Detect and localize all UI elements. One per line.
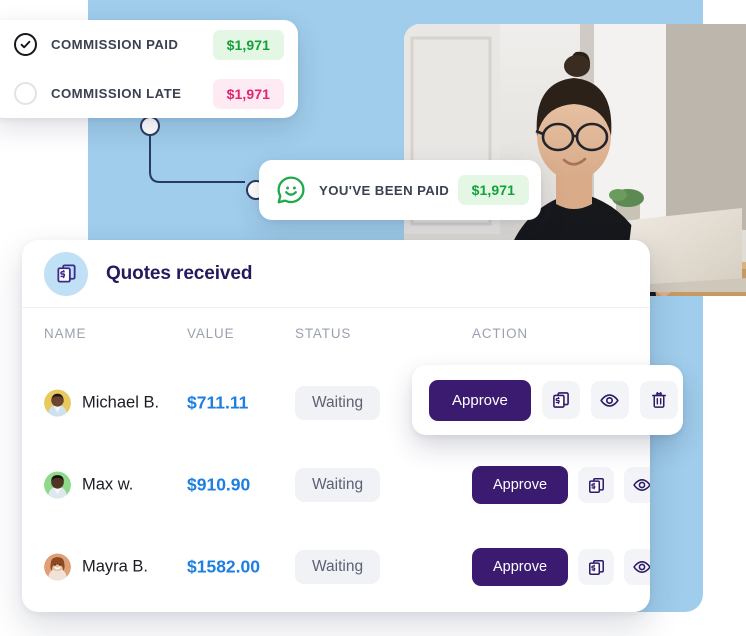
invoice-icon-button[interactable] — [541, 381, 580, 419]
commission-late-label: COMMISSION LATE — [51, 86, 182, 101]
commission-paid-row[interactable]: COMMISSION PAID $1,971 — [0, 20, 298, 69]
eye-icon — [600, 393, 620, 407]
quote-status-cell: Waiting — [295, 386, 381, 420]
status-badge: Waiting — [295, 468, 381, 502]
quotes-table-header-row: NAME VALUE STATUS ACTION — [22, 308, 650, 362]
delete-icon-button[interactable] — [639, 381, 678, 419]
avatar — [44, 553, 71, 581]
status-badge: Waiting — [295, 550, 381, 584]
youve-been-paid-label: YOU'VE BEEN PAID — [319, 182, 450, 198]
column-header-value: VALUE — [187, 326, 235, 341]
quote-name-cell: Michael B. — [44, 389, 160, 417]
quotes-table: NAME VALUE STATUS ACTION Michael B. $711… — [22, 308, 650, 608]
eye-icon — [633, 479, 650, 491]
invoice-icon — [588, 477, 604, 493]
quote-value: $910.90 — [187, 474, 251, 495]
column-header-name: NAME — [44, 326, 87, 341]
quote-status-cell: Waiting — [295, 468, 381, 502]
youve-been-paid-card: YOU'VE BEEN PAID $1,971 — [259, 160, 541, 220]
quote-name-cell: Mayra B. — [44, 553, 149, 581]
invoice-stack-icon — [44, 251, 88, 296]
row-actions-floating-card: Approve — [412, 365, 683, 435]
quotes-card-header: Quotes received — [22, 240, 650, 308]
quote-name-cell: Max w. — [44, 471, 134, 499]
quote-name-text: Mayra B. — [82, 557, 149, 576]
view-icon-button[interactable] — [590, 381, 629, 419]
invoice-icon-button[interactable] — [578, 467, 615, 503]
quote-status-cell: Waiting — [295, 550, 381, 584]
invoice-icon — [553, 392, 569, 408]
view-icon-button[interactable] — [624, 467, 650, 503]
quote-actions-cell: Approve — [472, 466, 650, 504]
commission-late-amount: $1,971 — [212, 78, 284, 109]
commission-status-card: COMMISSION PAID $1,971 COMMISSION LATE $… — [0, 20, 298, 118]
column-header-status: STATUS — [295, 326, 352, 341]
promo-composition: COMMISSION PAID $1,971 COMMISSION LATE $… — [0, 0, 746, 636]
status-badge: Waiting — [295, 386, 381, 420]
approve-button[interactable]: Approve — [429, 379, 531, 421]
youve-been-paid-amount: $1,971 — [457, 175, 529, 205]
column-header-action: ACTION — [472, 326, 528, 341]
approve-button[interactable]: Approve — [472, 466, 569, 504]
commission-paid-label: COMMISSION PAID — [51, 37, 179, 52]
avatar — [44, 389, 71, 417]
quote-actions-cell: Approve — [472, 548, 650, 586]
quote-name-text: Michael B. — [82, 393, 160, 412]
whatsapp-chat-icon — [277, 176, 305, 204]
quote-value: $711.11 — [187, 392, 249, 413]
view-icon-button[interactable] — [624, 549, 650, 585]
quotes-card-title: Quotes received — [106, 262, 253, 284]
commission-paid-amount: $1,971 — [212, 29, 284, 60]
invoice-icon — [588, 559, 604, 575]
commission-late-row[interactable]: COMMISSION LATE $1,971 — [0, 69, 298, 118]
approve-button[interactable]: Approve — [472, 548, 569, 586]
avatar — [44, 471, 71, 499]
quote-name-text: Max w. — [82, 475, 134, 494]
quote-value: $1582.00 — [187, 556, 260, 577]
quote-actions-cell: Approve — [429, 379, 678, 421]
table-row[interactable]: Max w. $910.90 Waiting Approve — [22, 444, 650, 526]
empty-circle-icon — [14, 82, 37, 105]
trash-icon — [651, 391, 666, 408]
check-circle-icon — [14, 33, 37, 56]
invoice-icon-button[interactable] — [578, 549, 615, 585]
eye-icon — [633, 561, 650, 573]
table-row[interactable]: Mayra B. $1582.00 Waiting Approve — [22, 526, 650, 608]
